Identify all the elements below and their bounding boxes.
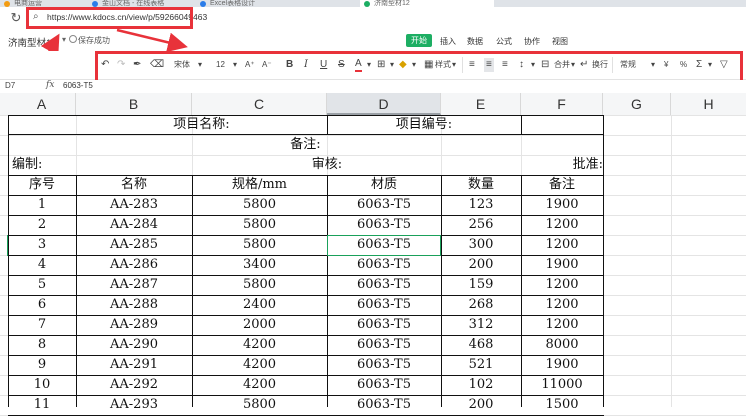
table-cell[interactable]: 1200 [521, 215, 603, 235]
table-cell[interactable]: 5800 [192, 195, 327, 215]
table-cell[interactable]: 6063-T5 [327, 395, 441, 415]
table-cell[interactable]: 268 [441, 295, 521, 315]
column-title[interactable]: 规格/mm [192, 175, 327, 195]
table-cell[interactable]: AA-292 [76, 375, 192, 395]
column-title[interactable]: 数量 [441, 175, 521, 195]
table-cell[interactable]: 5800 [192, 395, 327, 415]
table-cell[interactable]: AA-284 [76, 215, 192, 235]
table-cell[interactable]: AA-288 [76, 295, 192, 315]
column-header-b[interactable]: B [76, 93, 192, 115]
table-cell[interactable]: AA-283 [76, 195, 192, 215]
column-header-h[interactable]: H [671, 93, 746, 115]
table-cell[interactable]: 10 [8, 375, 76, 395]
table-cell[interactable]: 6063-T5 [327, 355, 441, 375]
table-cell[interactable]: 1200 [521, 275, 603, 295]
table-cell[interactable]: 521 [441, 355, 521, 375]
formula-bar [0, 80, 746, 94]
table-cell[interactable]: 6063-T5 [327, 295, 441, 315]
table-cell[interactable]: AA-290 [76, 335, 192, 355]
table-cell[interactable]: 6063-T5 [327, 195, 441, 215]
table-cell[interactable]: 1900 [521, 195, 603, 215]
table-cell[interactable]: 159 [441, 275, 521, 295]
table-cell[interactable]: 5800 [192, 275, 327, 295]
cell-reference[interactable]: D7 [5, 81, 15, 90]
table-cell[interactable]: 8000 [521, 335, 603, 355]
table-cell[interactable]: 11 [8, 395, 76, 415]
column-header-c[interactable]: C [192, 93, 327, 115]
table-cell[interactable]: 6063-T5 [327, 275, 441, 295]
table-cell[interactable]: 4 [8, 255, 76, 275]
table-cell[interactable]: 4200 [192, 335, 327, 355]
table-cell[interactable]: 6 [8, 295, 76, 315]
table-cell[interactable]: 2000 [192, 315, 327, 335]
table-cell[interactable]: AA-286 [76, 255, 192, 275]
table-cell[interactable]: 1200 [521, 235, 603, 255]
table-cell[interactable]: 3 [8, 235, 76, 255]
table-cell[interactable]: 312 [441, 315, 521, 335]
table-cell[interactable]: 468 [441, 335, 521, 355]
table-cell[interactable]: 5800 [192, 235, 327, 255]
table-cell[interactable]: AA-289 [76, 315, 192, 335]
column-header-f[interactable]: F [521, 93, 603, 115]
approve-label[interactable]: 批准: [521, 155, 603, 175]
table-cell[interactable]: AA-285 [76, 235, 192, 255]
table-cell[interactable]: 1900 [521, 255, 603, 275]
review-label[interactable]: 审核: [192, 155, 462, 175]
selected-cell[interactable] [327, 235, 441, 256]
table-cell[interactable]: 102 [441, 375, 521, 395]
table-cell[interactable]: 5800 [192, 215, 327, 235]
column-header-a[interactable]: A [8, 93, 76, 115]
table-cell[interactable]: 6063-T5 [327, 215, 441, 235]
column-title[interactable]: 名称 [76, 175, 192, 195]
table-cell[interactable]: 9 [8, 355, 76, 375]
table-cell[interactable]: 6063-T5 [327, 315, 441, 335]
table-cell[interactable]: 2400 [192, 295, 327, 315]
table-cell[interactable]: AA-293 [76, 395, 192, 415]
table-cell[interactable]: 11000 [521, 375, 603, 395]
table-cell[interactable]: 300 [441, 235, 521, 255]
column-title[interactable]: 材质 [327, 175, 441, 195]
arrow-to-toolbar [116, 28, 188, 53]
table-cell[interactable]: 8 [8, 335, 76, 355]
column-header-e[interactable]: E [441, 93, 521, 115]
project-no-label[interactable]: 项目编号: [327, 115, 521, 135]
table-cell[interactable]: 4200 [192, 375, 327, 395]
table-cell[interactable]: 123 [441, 195, 521, 215]
note-label[interactable]: 备注: [8, 135, 603, 155]
formula-input[interactable]: 6063-T5 [63, 81, 93, 90]
table-cell[interactable]: AA-291 [76, 355, 192, 375]
table-cell[interactable]: 1200 [521, 295, 603, 315]
table-cell[interactable]: 2 [8, 215, 76, 235]
table-cell[interactable]: 6063-T5 [327, 255, 441, 275]
column-title[interactable]: 备注 [521, 175, 603, 195]
table-cell[interactable]: 4200 [192, 355, 327, 375]
table-cell[interactable]: 6063-T5 [327, 375, 441, 395]
project-name-label[interactable]: 项目名称: [76, 115, 327, 135]
grid-line [671, 115, 672, 407]
table-cell[interactable]: 7 [8, 315, 76, 335]
table-border [521, 115, 522, 135]
fx-icon[interactable]: fx [46, 80, 54, 90]
selected-row-marker [7, 235, 8, 256]
table-cell[interactable]: 1 [8, 195, 76, 215]
table-cell[interactable]: 1900 [521, 355, 603, 375]
column-title[interactable]: 序号 [8, 175, 76, 195]
table-border [603, 115, 604, 407]
table-cell[interactable]: 200 [441, 395, 521, 415]
table-cell[interactable]: 6063-T5 [327, 335, 441, 355]
table-cell[interactable]: 3400 [192, 255, 327, 275]
table-cell[interactable]: 1500 [521, 395, 603, 415]
compile-label[interactable]: 编制: [8, 155, 80, 175]
table-cell[interactable]: 200 [441, 255, 521, 275]
column-header-g[interactable]: G [603, 93, 671, 115]
table-cell[interactable]: AA-287 [76, 275, 192, 295]
table-cell[interactable]: 1200 [521, 315, 603, 335]
table-cell[interactable]: 5 [8, 275, 76, 295]
table-cell[interactable]: 256 [441, 215, 521, 235]
column-header-d[interactable]: D [327, 93, 441, 115]
